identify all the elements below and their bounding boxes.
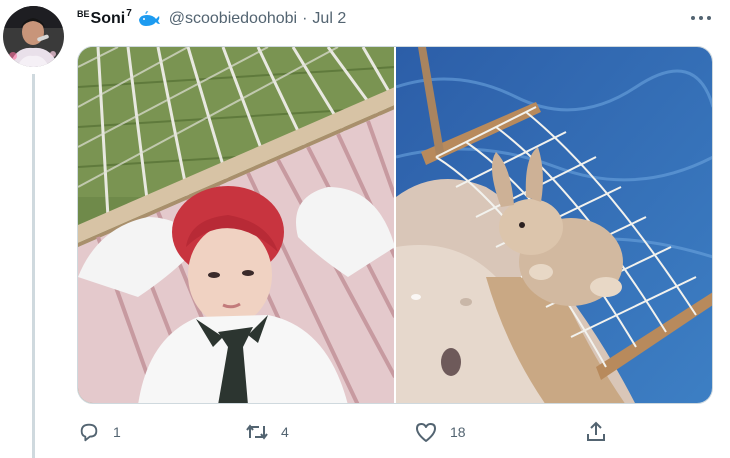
- heart-icon: [414, 420, 438, 444]
- photo-bunny-hammock[interactable]: [396, 47, 712, 403]
- author-handle[interactable]: @scoobiedoohobi: [169, 10, 297, 28]
- reply-button[interactable]: 1: [77, 418, 121, 446]
- reply-icon: [77, 420, 101, 444]
- author-name-suffix: 7: [126, 8, 132, 19]
- thread-line: [32, 74, 35, 458]
- tweet-media: [77, 46, 713, 404]
- whale-icon: [137, 11, 161, 27]
- retweet-button[interactable]: 4: [245, 418, 289, 446]
- photo-person-hammock[interactable]: [78, 47, 394, 403]
- author-name[interactable]: BE Soni 7: [77, 8, 132, 28]
- share-button[interactable]: [584, 418, 608, 446]
- avatar-photo: [3, 6, 64, 67]
- retweet-icon: [245, 420, 269, 444]
- like-button[interactable]: 18: [414, 418, 466, 446]
- retweet-count: 4: [281, 424, 289, 440]
- reply-count: 1: [113, 424, 121, 440]
- like-count: 18: [450, 424, 466, 440]
- share-icon: [584, 420, 608, 444]
- tweet-actions: 1 4 18: [0, 418, 730, 446]
- more-icon[interactable]: [689, 10, 713, 26]
- author-name-prefix: BE: [77, 9, 90, 19]
- tweet-header: BE Soni 7 @scoobiedoohobi · Jul 2: [77, 8, 346, 30]
- author-name-main: Soni: [90, 10, 126, 27]
- avatar[interactable]: [3, 6, 64, 67]
- tweet-date[interactable]: Jul 2: [312, 10, 346, 28]
- separator-dot: ·: [302, 10, 308, 27]
